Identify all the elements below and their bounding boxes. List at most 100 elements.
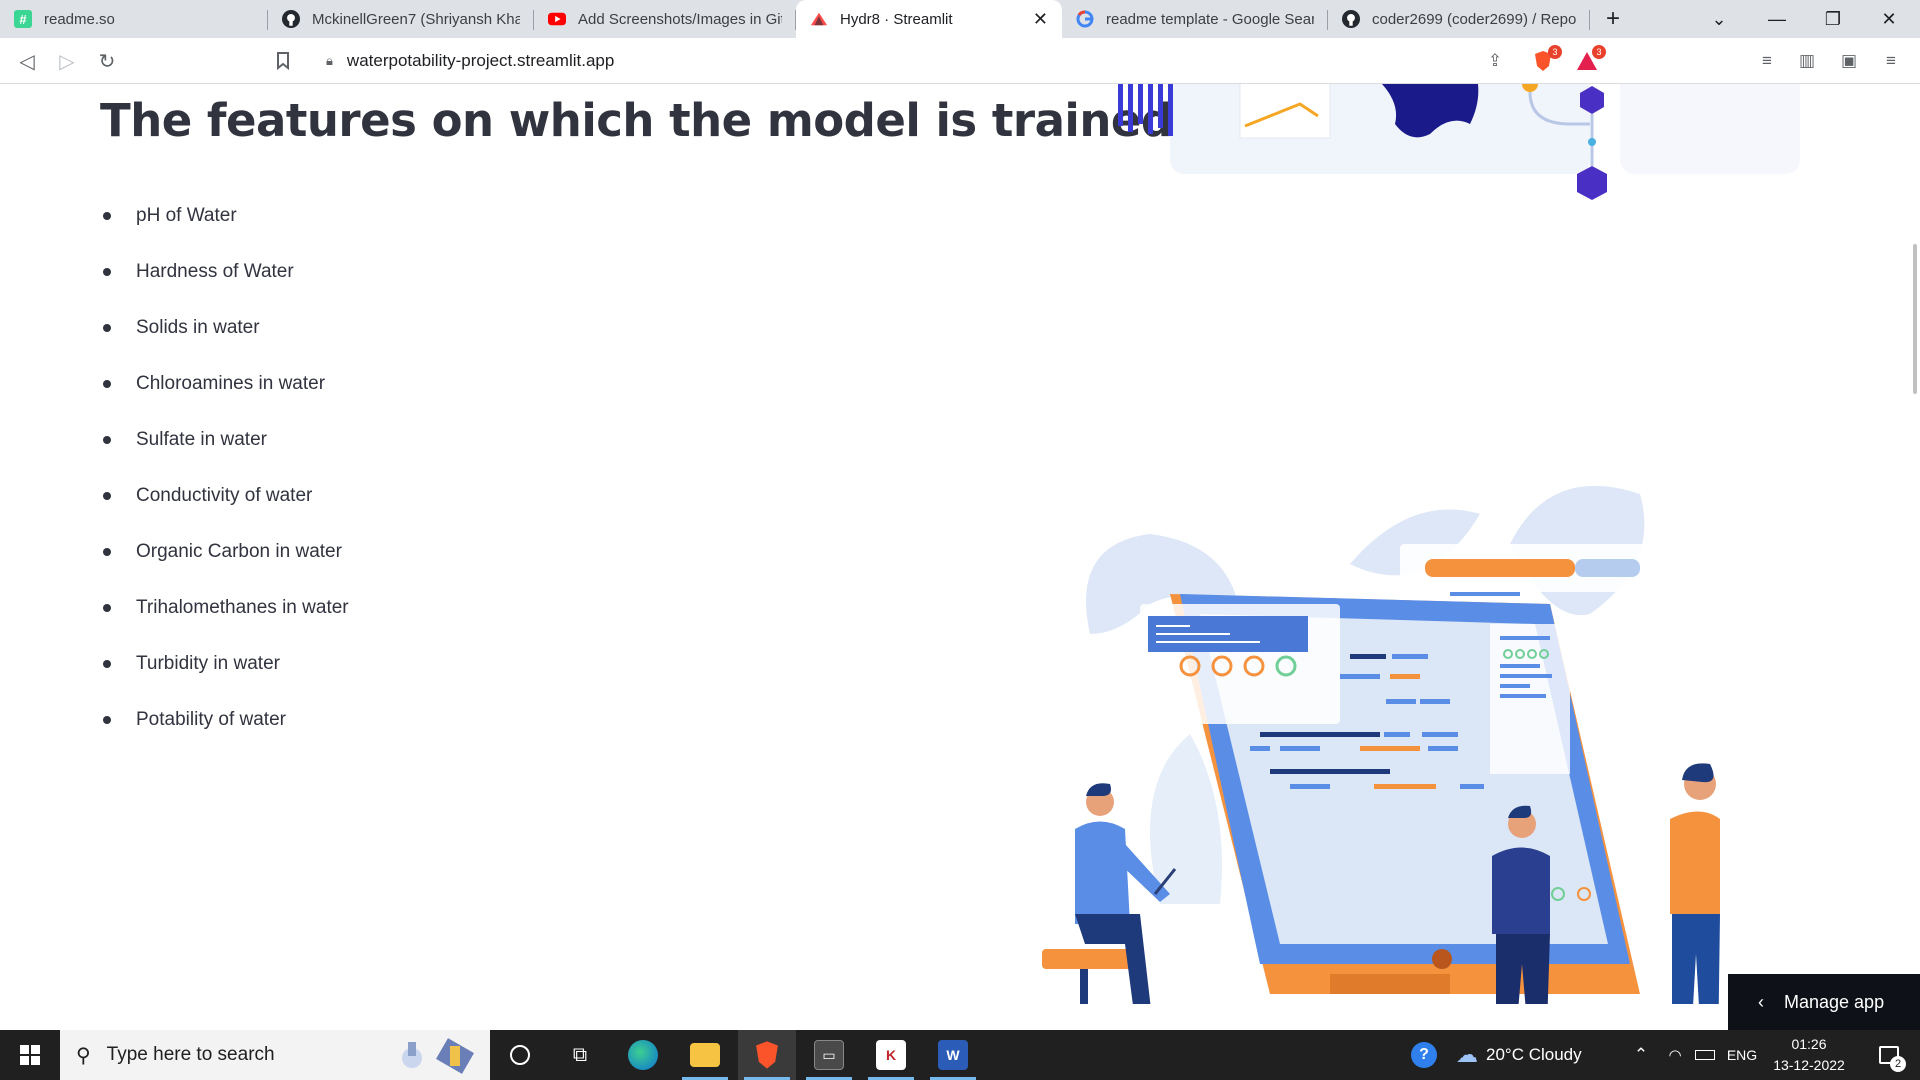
share-icon[interactable]: ⇪ <box>1482 48 1508 74</box>
back-button[interactable]: ◁ <box>12 46 42 76</box>
tab-google-search[interactable]: readme template - Google Searc <box>1062 0 1328 38</box>
clock-time: 01:26 <box>1791 1036 1827 1052</box>
cortana-icon <box>510 1045 530 1065</box>
new-tab-button[interactable]: + <box>1590 0 1636 38</box>
github-icon <box>282 10 300 28</box>
word-app[interactable]: W <box>924 1030 982 1080</box>
page-title: The features on which the model is train… <box>100 94 1173 147</box>
list-item: Organic Carbon in water <box>103 524 349 580</box>
list-item: Sulfate in water <box>103 412 349 468</box>
notification-center-button[interactable]: 2 <box>1866 1030 1912 1080</box>
list-item: Chloroamines in water <box>103 356 349 412</box>
task-view-icon[interactable]: ⧉ <box>551 1030 609 1080</box>
help-icon: ? <box>1411 1042 1437 1068</box>
list-item: Conductivity of water <box>103 468 349 524</box>
scrollbar-thumb[interactable] <box>1913 244 1917 394</box>
shields-count-badge: 3 <box>1548 45 1562 59</box>
edge-app[interactable] <box>614 1030 672 1080</box>
windows-logo-icon <box>20 1045 40 1065</box>
playlist-icon[interactable]: ≡ <box>1754 48 1780 74</box>
streamlit-icon <box>810 10 828 28</box>
search-placeholder: Type here to search <box>106 1044 275 1065</box>
forward-button[interactable]: ▷ <box>52 46 82 76</box>
kaspersky-app[interactable]: K <box>862 1030 920 1080</box>
restore-button[interactable]: ❐ <box>1810 0 1856 38</box>
page-scrollbar[interactable] <box>1908 84 1920 1030</box>
file-explorer-app[interactable] <box>676 1030 734 1080</box>
youtube-icon <box>548 10 566 28</box>
manage-app-button[interactable]: ‹ Manage app <box>1728 974 1920 1030</box>
tab-title: MckinellGreen7 (Shriyansh Khanc <box>312 10 520 28</box>
tab-title: Add Screenshots/Images in Githu <box>578 10 782 28</box>
edge-icon <box>628 1040 658 1070</box>
analytics-illustration <box>1118 84 1800 200</box>
readme-icon: # <box>14 10 32 28</box>
tab-youtube[interactable]: Add Screenshots/Images in Githu <box>534 0 796 38</box>
windows-taskbar: ⚲ Type here to search ⧉ ▭ K W ? ☁ 20°C C… <box>0 1030 1920 1080</box>
team-dashboard-illustration <box>1042 485 1720 1004</box>
tab-readme-so[interactable]: # readme.so <box>0 0 268 38</box>
tab-strip: # readme.so MckinellGreen7 (Shriyansh Kh… <box>0 0 1920 38</box>
address-bar[interactable]: 🔒︎ waterpotability-project.streamlit.app <box>310 44 1510 78</box>
wifi-icon: ◠ <box>1668 1047 1682 1064</box>
system-clock[interactable]: 01:26 13-12-2022 <box>1764 1034 1854 1076</box>
battery-icon[interactable] <box>1690 1030 1720 1080</box>
bookmark-icon[interactable] <box>268 46 298 76</box>
weather-text: 20°C Cloudy <box>1486 1045 1582 1064</box>
google-icon <box>1076 10 1094 28</box>
list-item: pH of Water <box>103 188 349 244</box>
notification-count-badge: 2 <box>1890 1056 1906 1072</box>
tab-github-coder2699[interactable]: coder2699 (coder2699) / Reposit <box>1328 0 1590 38</box>
start-button[interactable] <box>0 1030 60 1080</box>
tab-github-mckinell[interactable]: MckinellGreen7 (Shriyansh Khanc <box>268 0 534 38</box>
minimize-button[interactable]: — <box>1754 0 1800 38</box>
clock-date: 13-12-2022 <box>1773 1057 1845 1073</box>
close-tab-icon[interactable]: ✕ <box>1033 9 1048 30</box>
task-view-button[interactable] <box>491 1030 549 1080</box>
tab-title: readme template - Google Searc <box>1106 10 1314 28</box>
tab-hydr8-streamlit[interactable]: Hydr8 · Streamlit ✕ <box>796 0 1062 38</box>
taskbar-search-box[interactable]: ⚲ Type here to search <box>60 1030 490 1080</box>
list-item: Solids in water <box>103 300 349 356</box>
list-item: Turbidity in water <box>103 636 349 692</box>
rewards-count-badge: 3 <box>1592 45 1606 59</box>
search-highlight-icon <box>402 1038 474 1074</box>
manage-app-label: Manage app <box>1784 991 1885 1012</box>
brave-icon <box>756 1041 778 1069</box>
terminal-app[interactable]: ▭ <box>800 1030 858 1080</box>
taskview-icon: ⧉ <box>572 1043 588 1066</box>
list-item: Trihalomethanes in water <box>103 580 349 636</box>
language-indicator[interactable]: ENG <box>1722 1030 1762 1080</box>
tab-search-chevron-icon[interactable]: ⌄ <box>1696 0 1742 38</box>
language-text: ENG <box>1726 1047 1758 1063</box>
weather-widget[interactable]: ☁ 20°C Cloudy <box>1456 1030 1616 1080</box>
tab-title: Hydr8 · Streamlit <box>840 10 953 28</box>
cloud-icon: ☁ <box>1456 1042 1478 1067</box>
battery-shape-icon <box>1695 1050 1715 1060</box>
feature-list: pH of Water Hardness of Water Solids in … <box>103 188 349 748</box>
brave-shields-icon[interactable]: 3 <box>1530 45 1562 74</box>
network-icon[interactable]: ◠ <box>1660 1030 1690 1080</box>
lock-icon: 🔒︎ <box>326 53 333 68</box>
help-tray-icon[interactable]: ? <box>1406 1030 1442 1080</box>
reload-button[interactable]: ↻ <box>92 46 122 76</box>
brave-rewards-icon[interactable]: 3 <box>1574 45 1606 74</box>
search-icon: ⚲ <box>76 1044 91 1067</box>
list-item: Potability of water <box>103 692 349 748</box>
tab-title: readme.so <box>44 10 115 28</box>
terminal-icon: ▭ <box>814 1040 844 1070</box>
github-icon <box>1342 10 1360 28</box>
chevron-up-icon: ⌃ <box>1633 1045 1649 1064</box>
app-icon: K <box>876 1040 906 1070</box>
brave-app[interactable] <box>738 1030 796 1080</box>
wallet-icon[interactable]: ▣ <box>1836 48 1862 74</box>
streamlit-page: The features on which the model is train… <box>0 84 1920 1030</box>
close-window-button[interactable]: ✕ <box>1866 0 1912 38</box>
folder-icon <box>690 1043 720 1067</box>
sidebar-icon[interactable]: ▥ <box>1794 48 1820 74</box>
url-text: waterpotability-project.streamlit.app <box>346 51 615 70</box>
show-hidden-icons-button[interactable]: ⌃ <box>1626 1030 1656 1080</box>
tab-title: coder2699 (coder2699) / Reposit <box>1372 10 1576 28</box>
word-icon: W <box>938 1040 968 1070</box>
menu-icon[interactable]: ≡ <box>1878 48 1904 74</box>
